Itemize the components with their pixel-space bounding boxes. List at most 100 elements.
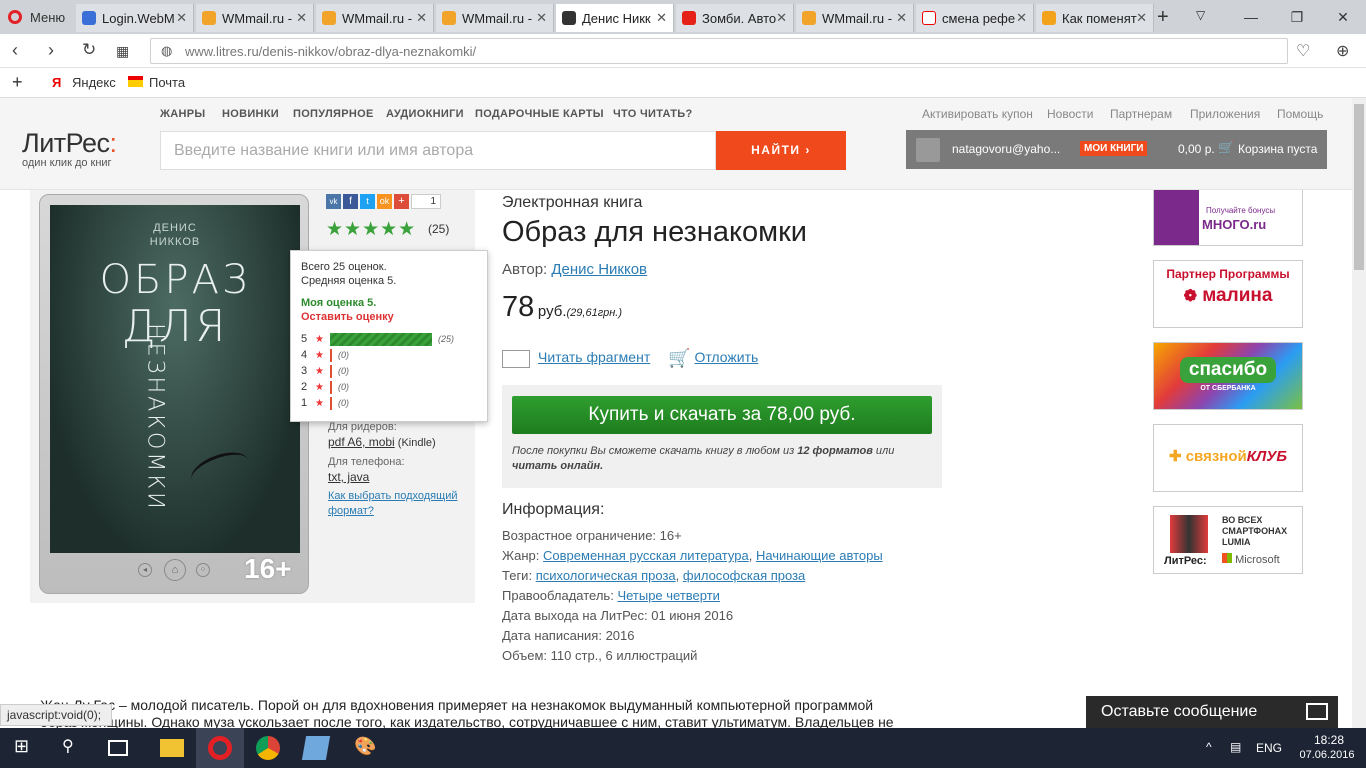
browser-tab[interactable]: Денис Никк ✕ <box>556 4 674 32</box>
nav-gift-cards[interactable]: ПОДАРОЧНЫЕ КАРТЫ <box>475 108 604 120</box>
minimize-button[interactable]: — <box>1228 9 1274 25</box>
download-icon[interactable]: ⊕ <box>1336 41 1349 61</box>
odnoklassniki-icon[interactable]: ok <box>377 194 392 209</box>
lumia-text: ВО ВСЕХ СМАРТФОНАХ LUMIA <box>1222 515 1288 547</box>
popup-average: Средняя оценка 5. <box>301 275 397 287</box>
browser-tab[interactable]: WMmail.ru - ✕ <box>196 4 314 32</box>
how-to-choose-format-link[interactable]: Как выбрать подходящий формат? <box>328 489 468 519</box>
chrome-icon[interactable] <box>256 736 280 760</box>
read-fragment-link[interactable]: Читать фрагмент <box>538 349 650 365</box>
rating-count[interactable]: (25) <box>428 222 449 236</box>
heart-icon[interactable]: ♡ <box>1296 41 1310 61</box>
cart-status[interactable]: Корзина пуста <box>1238 142 1317 156</box>
url-field[interactable]: ◍ www.litres.ru/denis-nikkov/obraz-dlya-… <box>150 38 1288 64</box>
litres-logo[interactable]: ЛитРес: один клик до книг <box>22 128 117 169</box>
ad-malina[interactable]: Партнер Программы ❁ малина <box>1153 260 1303 328</box>
bookmark-pochta[interactable]: Почта <box>149 75 185 90</box>
user-email[interactable]: natagovoru@yaho... <box>952 142 1060 156</box>
bookmark-yandex[interactable]: Яндекс <box>72 75 116 90</box>
author-link[interactable]: Денис Никков <box>551 261 647 278</box>
language-indicator[interactable]: ENG <box>1256 741 1282 755</box>
book-cover[interactable]: ДЕНИС НИККОВ ОБРАЗ ДЛЯ НЕЗНАКОМКИ <box>50 205 300 553</box>
tab-close-icon[interactable]: ✕ <box>656 10 667 26</box>
avatar[interactable] <box>916 138 940 162</box>
browser-tab[interactable]: WMmail.ru - ✕ <box>316 4 434 32</box>
browser-tab[interactable]: Зомби. Авто ✕ <box>676 4 794 32</box>
genre-link-2[interactable]: Начинающие авторы <box>756 548 883 563</box>
googleplus-icon[interactable]: + <box>394 194 409 209</box>
nav-what-to-read[interactable]: ЧТО ЧИТАТЬ? <box>613 108 693 120</box>
search-icon[interactable]: ⚲ <box>62 736 86 760</box>
vk-icon[interactable]: vk <box>326 194 341 209</box>
tab-close-icon[interactable]: ✕ <box>776 10 787 26</box>
task-view-icon[interactable] <box>108 740 128 756</box>
new-tab-button[interactable]: + <box>1157 6 1169 29</box>
reload-icon[interactable]: ↻ <box>82 40 96 60</box>
partners-link[interactable]: Партнерам <box>1110 107 1172 121</box>
facebook-icon[interactable]: f <box>343 194 358 209</box>
opera-taskbar-button[interactable] <box>196 728 244 768</box>
paint-icon[interactable]: 🎨 <box>354 736 378 760</box>
close-window-button[interactable]: ✕ <box>1320 9 1366 26</box>
add-bookmark-icon[interactable]: + <box>12 72 23 93</box>
browser-tab[interactable]: WMmail.ru - ✕ <box>436 4 554 32</box>
browser-tab[interactable]: WMmail.ru - ✕ <box>796 4 914 32</box>
back-icon[interactable]: ‹ <box>12 40 18 61</box>
ad-spasibo[interactable]: спасибо ОТ СБЕРБАНКА <box>1153 342 1303 410</box>
tag-link-2[interactable]: философская проза <box>683 568 805 583</box>
buy-download-button[interactable]: Купить и скачать за 78,00 руб. <box>512 396 932 434</box>
apps-link[interactable]: Приложения <box>1190 107 1260 121</box>
windows-start-icon[interactable]: ⊞ <box>14 736 38 760</box>
nav-popular[interactable]: ПОПУЛЯРНОЕ <box>293 108 374 120</box>
ad-svyaznoy[interactable]: ✚ связнойКЛУБ <box>1153 424 1303 492</box>
holder-link[interactable]: Четыре четверти <box>617 588 720 603</box>
genre-link-1[interactable]: Современная русская литература <box>543 548 749 563</box>
notepad-icon[interactable] <box>301 736 331 760</box>
tab-close-icon[interactable]: ✕ <box>536 10 547 26</box>
help-link[interactable]: Помощь <box>1277 107 1323 121</box>
balance[interactable]: 0,00 р. <box>1178 142 1215 156</box>
browser-tab[interactable]: Login.WebM ✕ <box>76 4 194 32</box>
tab-close-icon[interactable]: ✕ <box>1136 10 1147 26</box>
rating-stars-icon[interactable]: ★★★★★ <box>326 218 416 241</box>
nav-genres[interactable]: ЖАНРЫ <box>160 108 205 120</box>
browser-tab[interactable]: Как поменят ✕ <box>1036 4 1154 32</box>
activate-coupon-link[interactable]: Активировать купон <box>922 107 1033 121</box>
forward-icon[interactable]: › <box>48 40 54 61</box>
home-icon[interactable]: ⌂ <box>164 559 186 581</box>
tab-menu-chevron-icon[interactable]: ▽ <box>1196 8 1205 22</box>
phone-formats[interactable]: txt, java <box>328 470 468 485</box>
menu-dots-icon[interactable]: ⁘ <box>196 563 210 577</box>
ad-mnogo[interactable]: Получайте бонусы МНОГО.ru <box>1153 190 1303 246</box>
clock-date[interactable]: 07.06.2016 <box>1296 749 1358 761</box>
prev-page-icon[interactable]: ◂ <box>138 563 152 577</box>
tab-close-icon[interactable]: ✕ <box>176 10 187 26</box>
speed-dial-icon[interactable]: ▦ <box>116 43 129 60</box>
nav-new[interactable]: НОВИНКИ <box>222 108 279 120</box>
notification-icon[interactable]: ▤ <box>1230 740 1241 754</box>
tab-close-icon[interactable]: ✕ <box>1016 10 1027 26</box>
clock-time[interactable]: 18:28 <box>1307 733 1351 747</box>
tray-chevron-icon[interactable]: ^ <box>1206 740 1212 754</box>
find-button[interactable]: НАЙТИ › <box>716 131 846 170</box>
nav-audiobooks[interactable]: АУДИОКНИГИ <box>386 108 464 120</box>
postpone-link[interactable]: Отложить <box>694 349 758 365</box>
maximize-button[interactable]: ❐ <box>1274 9 1320 26</box>
search-input[interactable]: Введите название книги или имя автора <box>160 131 716 170</box>
chat-widget[interactable]: Оставьте сообщение <box>1086 696 1338 728</box>
ad-lumia[interactable]: ЛитРес: ВО ВСЕХ СМАРТФОНАХ LUMIA Microso… <box>1153 506 1303 574</box>
twitter-icon[interactable]: t <box>360 194 375 209</box>
opera-menu-button[interactable]: Меню <box>0 0 74 34</box>
my-books-button[interactable]: МОИ КНИГИ <box>1080 141 1148 156</box>
tag-link-1[interactable]: психологическая проза <box>536 568 676 583</box>
tab-close-icon[interactable]: ✕ <box>296 10 307 26</box>
leave-rating-link[interactable]: Оставить оценку <box>301 311 477 323</box>
browser-tab[interactable]: смена рефе ✕ <box>916 4 1034 32</box>
news-link[interactable]: Новости <box>1047 107 1093 121</box>
buy-note: После покупки Вы сможете скачать книгу в… <box>512 444 932 474</box>
page-scrollbar[interactable] <box>1352 98 1366 728</box>
tab-close-icon[interactable]: ✕ <box>896 10 907 26</box>
tab-close-icon[interactable]: ✕ <box>416 10 427 26</box>
readers-formats[interactable]: pdf A6, mobi <box>328 435 395 449</box>
file-explorer-icon[interactable] <box>160 739 184 757</box>
